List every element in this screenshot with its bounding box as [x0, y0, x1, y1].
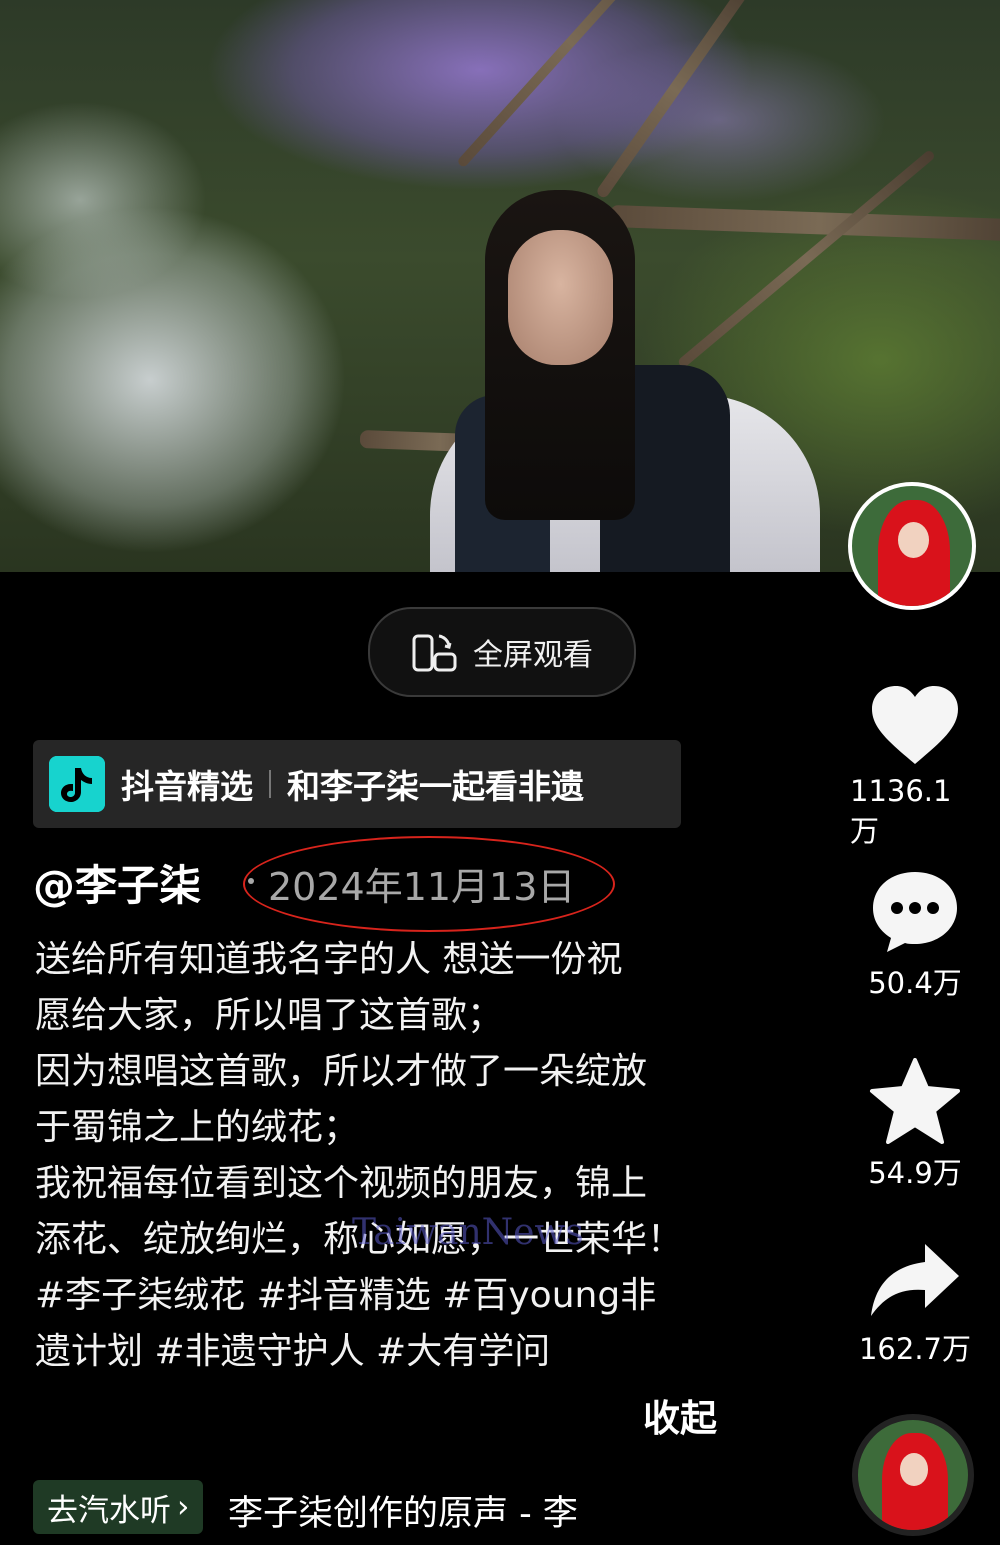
description-line: 因为想唱这首歌，所以才做了一朵绽放: [35, 1051, 648, 1092]
collection-banner[interactable]: 抖音精选 和李子柒一起看非遗: [33, 740, 681, 828]
rotate-screen-icon: [412, 634, 457, 672]
comment-count: 50.4万: [868, 966, 962, 1000]
hashtag-line[interactable]: 遗计划 #非遗守护人 #大有学问: [35, 1324, 755, 1380]
music-app-button[interactable]: 去汽水听 ›: [33, 1480, 204, 1534]
branch: [595, 0, 755, 200]
post-description: 送给所有知道我名字的人 想送一份祝 愿给大家，所以唱了这首歌； 因为想唱这首歌，…: [35, 932, 755, 1380]
branch: [456, 0, 685, 169]
collection-title: 和李子柒一起看非遗: [287, 767, 584, 806]
divider: [269, 770, 271, 798]
like-count: 1136.1万: [850, 774, 952, 848]
douyin-logo-icon: [49, 756, 105, 812]
share-count: 162.7万: [858, 1332, 972, 1366]
hashtag-line[interactable]: #李子柒绒花 #抖音精选 #百young非: [35, 1268, 755, 1324]
music-app-label: 去汽水听: [47, 1492, 171, 1529]
share-arrow-icon: [871, 1244, 959, 1316]
highlight-circle: [243, 836, 615, 932]
fullscreen-button[interactable]: 全屏观看: [368, 607, 636, 697]
description-line: 愿给大家，所以唱了这首歌；: [35, 995, 504, 1036]
fullscreen-label: 全屏观看: [473, 638, 593, 673]
share-button[interactable]: 162.7万: [850, 1240, 980, 1368]
video-player[interactable]: [0, 0, 1000, 572]
collection-app-label: 抖音精选: [121, 767, 253, 806]
comment-icon: [873, 872, 957, 952]
favorite-button[interactable]: 54.9万: [850, 1058, 980, 1192]
comment-button[interactable]: 50.4万: [850, 868, 980, 1002]
chevron-right-icon: ›: [177, 1489, 190, 1525]
watermark: TaiwanNews: [352, 1212, 584, 1253]
collapse-button[interactable]: 收起: [643, 1388, 717, 1442]
favorite-count: 54.9万: [868, 1156, 962, 1190]
video-subject: [430, 190, 850, 572]
music-disc[interactable]: [852, 1414, 974, 1536]
star-icon: [870, 1058, 960, 1144]
description-line: 送给所有知道我名字的人 想送一份祝: [35, 939, 623, 980]
music-title[interactable]: 李子柒创作的原声 - 李: [228, 1485, 578, 1536]
like-button[interactable]: 1136.1万: [850, 684, 980, 850]
description-line: 于蜀锦之上的绒花；: [35, 1107, 360, 1148]
description-line: 我祝福每位看到这个视频的朋友，锦上: [35, 1163, 648, 1204]
author-avatar[interactable]: [848, 482, 976, 610]
author-name[interactable]: @李子柒: [33, 852, 201, 913]
heart-icon: [872, 686, 958, 764]
